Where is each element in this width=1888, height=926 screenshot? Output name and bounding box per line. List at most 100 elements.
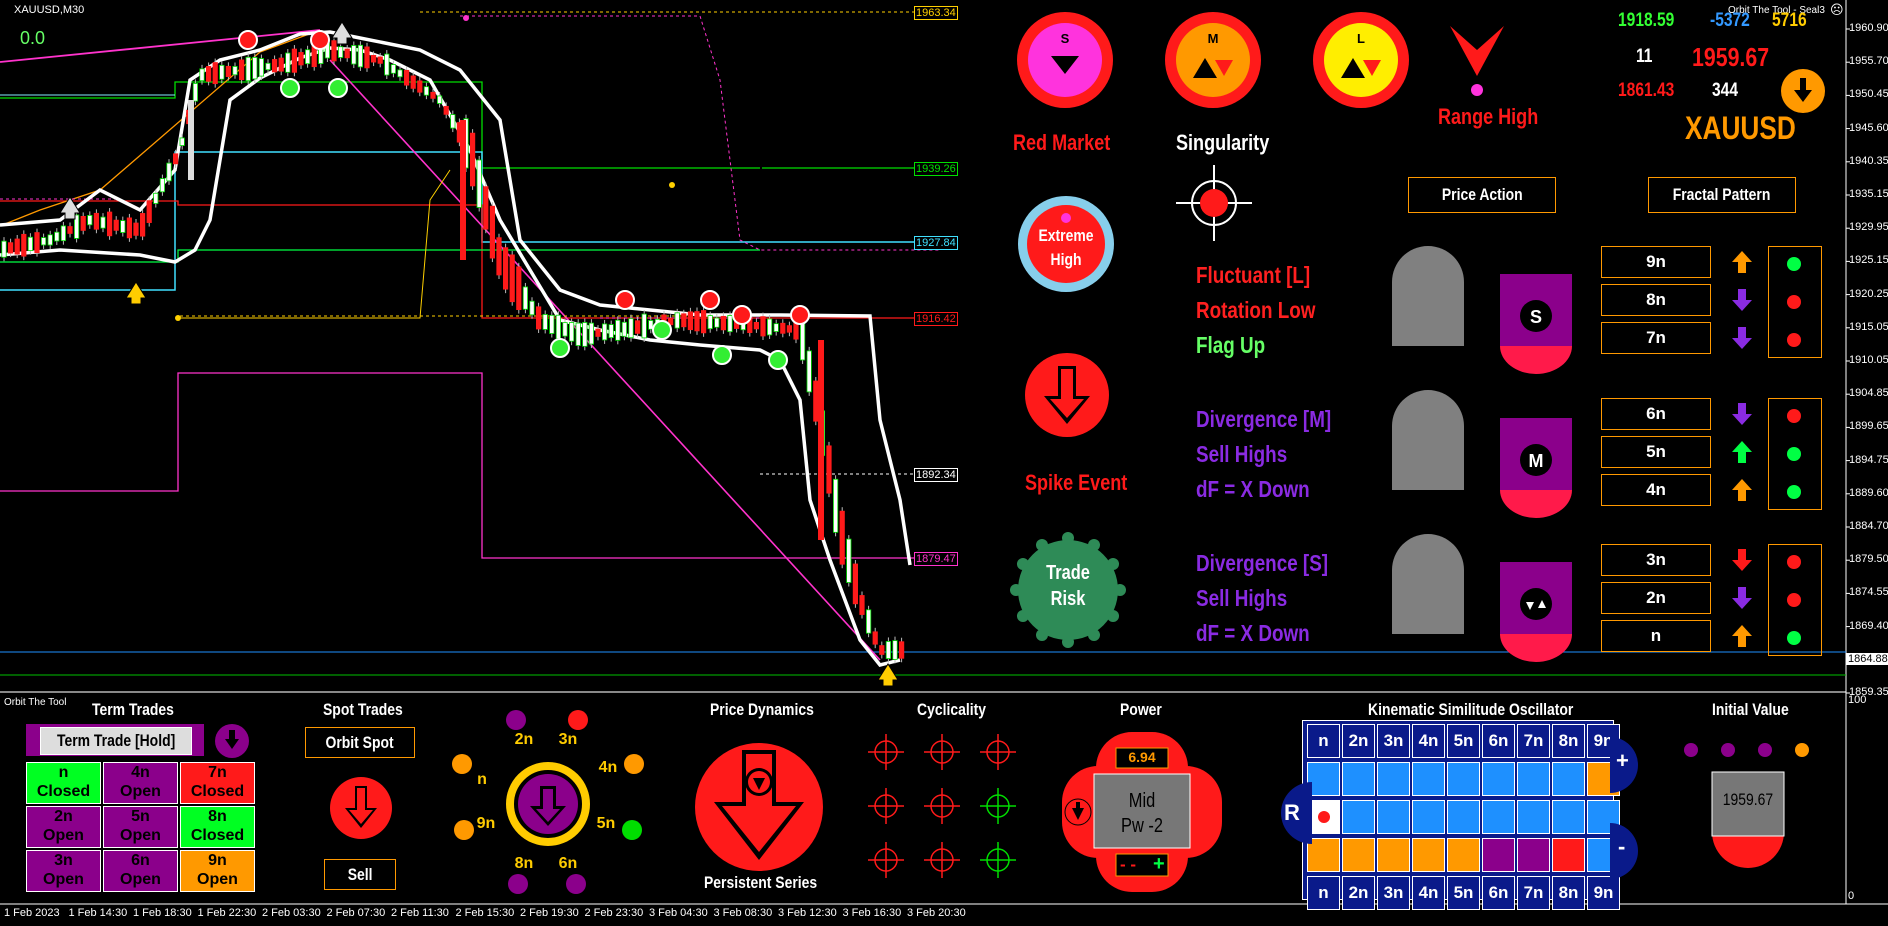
candle-body [460, 120, 466, 260]
term-trade-cell[interactable]: n Closed [26, 762, 101, 804]
candle-body [674, 312, 680, 329]
gold-step-line [178, 169, 451, 319]
candle-body [635, 320, 641, 334]
candle-body [628, 318, 634, 339]
status-dot [1787, 555, 1801, 569]
power-value: 6.94 [1128, 749, 1156, 765]
signal-text: dF = X Down [1196, 476, 1310, 502]
smiley-icon[interactable]: ☹ [1830, 2, 1844, 18]
kso-title: Kinematic Similitude Oscillator [1368, 700, 1574, 719]
kso-cell [1377, 838, 1410, 872]
kso-cell [1342, 762, 1375, 796]
buy-signal-marker [280, 78, 300, 98]
price-axis-label: 1889.60 [1849, 486, 1888, 499]
candle-body [516, 266, 522, 310]
buy-signal-marker [712, 345, 732, 365]
orb-s[interactable]: S [1015, 10, 1115, 110]
orbit-spot-button[interactable]: Orbit Spot [305, 727, 415, 758]
kso-header-cell[interactable]: 6n [1482, 724, 1515, 758]
time-axis-label: 2 Feb 15:30 [455, 907, 515, 919]
candle-body [423, 86, 430, 96]
kso-footer-cell[interactable]: 6n [1482, 876, 1515, 910]
signal-text: Fluctuant [L] [1196, 262, 1311, 288]
price-dynamics-icon [695, 743, 823, 871]
time-axis-label: 1 Feb 14:30 [68, 907, 128, 919]
candle-body [549, 314, 555, 334]
osc-axis-bottom: 0 [1848, 890, 1855, 902]
fractal-pattern-button[interactable]: Fractal Pattern [1648, 177, 1796, 213]
candle-body [800, 323, 806, 361]
kso-header-cell[interactable]: 3n [1377, 724, 1410, 758]
signal-text: Divergence [S] [1196, 550, 1329, 576]
term-trade-cell[interactable]: 6n Open [103, 850, 178, 892]
stat-7: 344 [1712, 80, 1738, 101]
candle-body [21, 233, 27, 257]
term-trade-cell[interactable]: 2n Open [26, 806, 101, 848]
up-arrow-marker [125, 281, 147, 305]
term-trade-cell[interactable]: 8n Closed [180, 806, 255, 848]
candle-body [522, 286, 529, 310]
term-cell-status: Open [197, 871, 238, 888]
price-action-button[interactable]: Price Action [1408, 177, 1556, 213]
price-axis-label: 1884.70 [1849, 520, 1888, 532]
candle-body [806, 350, 812, 393]
kso-cell [1552, 800, 1585, 834]
kso-footer-cell[interactable]: 9n [1587, 876, 1620, 910]
candle-body [569, 322, 575, 342]
term-cell-status: Open [120, 783, 161, 800]
kso-header-cell[interactable]: n [1307, 724, 1340, 758]
price-axis-label: 1955.70 [1849, 55, 1888, 68]
kso-footer-cell[interactable]: n [1307, 876, 1340, 910]
candle-body [417, 80, 423, 93]
candle-body [536, 306, 542, 330]
candle-body [205, 66, 212, 82]
candle-body [436, 95, 443, 104]
kso-header-cell[interactable]: 4n [1412, 724, 1445, 758]
candle-body [113, 219, 119, 231]
kso-footer-cell[interactable]: 8n [1552, 876, 1585, 910]
kso-header-cell[interactable]: 8n [1552, 724, 1585, 758]
kso-footer-cell[interactable]: 2n [1342, 876, 1375, 910]
ring-dot [568, 710, 588, 730]
term-trade-cell[interactable]: 7n Closed [180, 762, 255, 804]
candle-body [278, 57, 284, 72]
kso-header-cell[interactable]: 2n [1342, 724, 1375, 758]
candle-body [133, 222, 139, 236]
kso-cell [1552, 762, 1585, 796]
candle-body [595, 328, 601, 337]
power-minus-button[interactable]: - - [1120, 855, 1141, 875]
kso-footer-cell[interactable]: 7n [1517, 876, 1550, 910]
kso-footer-cell[interactable]: 5n [1447, 876, 1480, 910]
kso-header-cell[interactable]: 7n [1517, 724, 1550, 758]
candle-body [727, 315, 733, 333]
term-trade-down-icon[interactable] [214, 723, 250, 759]
signal-text: Rotation Low [1196, 297, 1316, 323]
price-axis-label: 1864.88 [1846, 652, 1888, 665]
candle-body [370, 54, 377, 63]
sell-button[interactable]: Sell [324, 859, 396, 890]
orb-m[interactable]: M [1163, 10, 1263, 110]
orb-l[interactable]: L [1311, 10, 1411, 110]
fractal-pattern-label: Fractal Pattern [1673, 185, 1771, 204]
candle-body [621, 321, 628, 337]
down-arrow-icon [1732, 587, 1752, 609]
term-cell-status: Open [120, 827, 161, 844]
term-trade-hold-button[interactable]: Term Trade [Hold] [26, 724, 204, 756]
term-trade-cell[interactable]: 9n Open [180, 850, 255, 892]
power-plus-button[interactable]: + [1153, 853, 1165, 876]
candle-body [357, 44, 364, 68]
candle-body [384, 53, 390, 76]
kso-footer-cell[interactable]: 4n [1412, 876, 1445, 910]
term-trade-cell[interactable]: 4n Open [103, 762, 178, 804]
spot-trades-title: Spot Trades [323, 700, 403, 719]
orb-m-label: M [1208, 31, 1219, 46]
ring-label: 3n [559, 731, 578, 748]
fractal-badge: S [1500, 274, 1572, 374]
buy-signal-marker [550, 338, 570, 358]
kso-footer-cell[interactable]: 3n [1377, 876, 1410, 910]
term-trade-cell[interactable]: 3n Open [26, 850, 101, 892]
kso-header-cell[interactable]: 5n [1447, 724, 1480, 758]
up-arrow-icon [1732, 441, 1752, 463]
term-trade-cell[interactable]: 5n Open [103, 806, 178, 848]
ring-dot [508, 874, 528, 894]
